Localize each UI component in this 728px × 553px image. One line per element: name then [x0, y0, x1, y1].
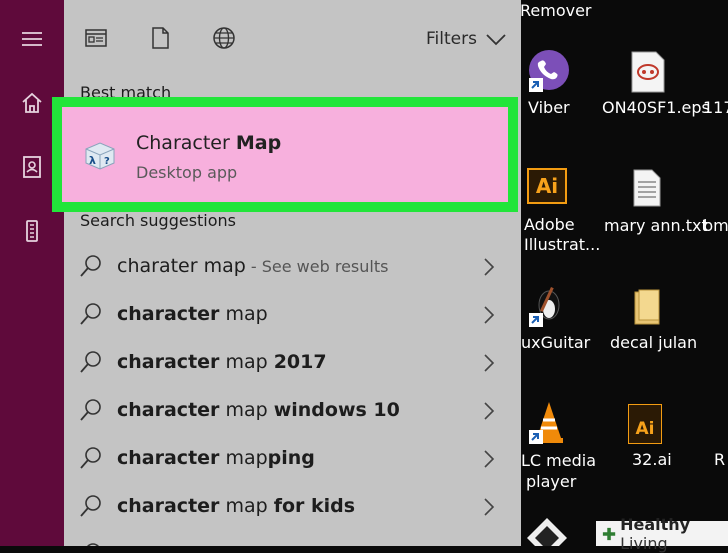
desktop-item-txt[interactable]: mary ann.txt — [604, 216, 708, 235]
watermark-badge: Healthy Living — [596, 515, 728, 553]
search-icon — [80, 399, 101, 421]
web-filter-icon[interactable] — [212, 26, 236, 50]
best-match-highlight: λ ? Character Map Desktop app — [52, 97, 518, 212]
desktop-item-vlc[interactable]: LC media player — [521, 450, 596, 492]
desktop-item-remover[interactable]: Remover — [520, 1, 592, 20]
search-icon — [80, 495, 101, 517]
app-subtitle: Desktop app — [136, 163, 238, 182]
search-icon — [87, 543, 99, 546]
desktop-item-viber[interactable]: Viber — [528, 98, 570, 117]
desktop-item-label: LC media — [521, 451, 597, 470]
desktop-item-tuxguitar[interactable]: uxGuitar — [521, 333, 590, 352]
desktop-item-label: Remover — [520, 1, 592, 20]
home-icon[interactable] — [20, 91, 44, 115]
chevron-right-icon — [484, 258, 495, 276]
desktop-item-label: Viber — [528, 98, 570, 117]
suggestion-item[interactable]: character map — [64, 290, 521, 338]
suggestion-text: character map 2017 — [117, 351, 327, 373]
documents-filter-icon[interactable] — [148, 26, 172, 50]
folder-icon[interactable] — [632, 288, 664, 328]
desktop-item-label-2: player — [526, 472, 577, 491]
search-icon — [80, 447, 101, 469]
suggestion-text: charater map - See web results — [117, 255, 389, 277]
text-file-icon[interactable] — [632, 168, 662, 208]
search-icon — [80, 303, 101, 325]
suggestion-item[interactable]: character map for kids — [64, 482, 521, 530]
search-results-panel: Filters Best match λ ? Character Map Des… — [52, 0, 521, 546]
chevron-right-icon — [484, 354, 495, 372]
app-name: Character Map — [136, 132, 282, 154]
svg-text:λ: λ — [89, 154, 96, 167]
desktop-item-label: R — [714, 450, 726, 469]
chevron-right-icon — [484, 498, 495, 516]
chevron-right-icon — [484, 306, 495, 324]
suggestion-text: character mapping — [117, 447, 315, 469]
vlc-icon[interactable] — [527, 400, 569, 446]
search-icon — [80, 255, 101, 277]
desktop-item-eps[interactable]: ON40SF1.eps — [602, 98, 710, 117]
filters-dropdown[interactable]: Filters — [426, 28, 507, 50]
search-icon — [80, 351, 101, 373]
device-icon[interactable] — [20, 219, 44, 243]
desktop-item-label: bm — [703, 216, 728, 235]
apps-filter-icon[interactable] — [84, 26, 108, 50]
hamburger-menu-icon[interactable] — [20, 27, 44, 51]
character-map-icon: λ ? — [85, 142, 115, 170]
start-menu-rail — [0, 0, 64, 546]
suggestion-item[interactable]: character map 2017 — [64, 338, 521, 386]
tuxguitar-icon[interactable] — [527, 283, 567, 329]
svg-text:?: ? — [104, 156, 110, 167]
desktop-item-32ai[interactable]: 32.ai — [632, 450, 672, 469]
suggestion-text: character map for kids — [117, 495, 356, 517]
suggestion-text: character map — [117, 303, 268, 325]
ai-file-icon[interactable]: Ai — [628, 404, 662, 444]
desktop-item-label: 32.ai — [632, 450, 672, 469]
desktop-item-label: ON40SF1.eps — [602, 98, 710, 117]
suggestion-item[interactable]: character map windows 10 — [64, 386, 521, 434]
filters-label: Filters — [426, 29, 477, 49]
plus-leaf-icon — [602, 527, 616, 540]
desktop-item-label: uxGuitar — [521, 333, 591, 352]
suggestion-item-partial[interactable] — [64, 530, 521, 546]
desktop-item-label: Adobe — [524, 215, 575, 234]
desktop-item-label-2: Illustrat... — [524, 235, 601, 254]
desktop-item-illustrator[interactable]: Adobe Illustrat... — [524, 215, 600, 255]
desktop-item-r[interactable]: R — [714, 450, 725, 469]
desktop-item-label: mary ann.txt — [604, 216, 708, 235]
desktop-item-label: decal julan — [610, 333, 698, 352]
chevron-right-icon — [484, 402, 495, 420]
suggestion-item[interactable]: charater map - See web results — [64, 242, 521, 290]
suggestion-text: character map windows 10 — [117, 399, 400, 421]
eps-file-icon[interactable] — [630, 50, 666, 94]
suggestion-item[interactable]: character mapping — [64, 434, 521, 482]
notebook-icon[interactable] — [20, 155, 44, 179]
illustrator-icon[interactable]: Ai — [527, 168, 567, 204]
desktop-item-bm[interactable]: bm — [703, 216, 728, 235]
viber-icon[interactable] — [527, 48, 571, 96]
search-suggestions-heading: Search suggestions — [80, 211, 237, 230]
chevron-down-icon — [486, 34, 506, 46]
desktop-item-117[interactable]: 117 — [703, 98, 728, 117]
app-icon-partial[interactable] — [524, 516, 570, 546]
desktop-item-label: 117 — [703, 98, 728, 117]
desktop-item-folder[interactable]: decal julan — [610, 333, 697, 352]
chevron-right-icon — [484, 450, 495, 468]
best-match-result[interactable]: λ ? Character Map Desktop app — [62, 107, 508, 202]
